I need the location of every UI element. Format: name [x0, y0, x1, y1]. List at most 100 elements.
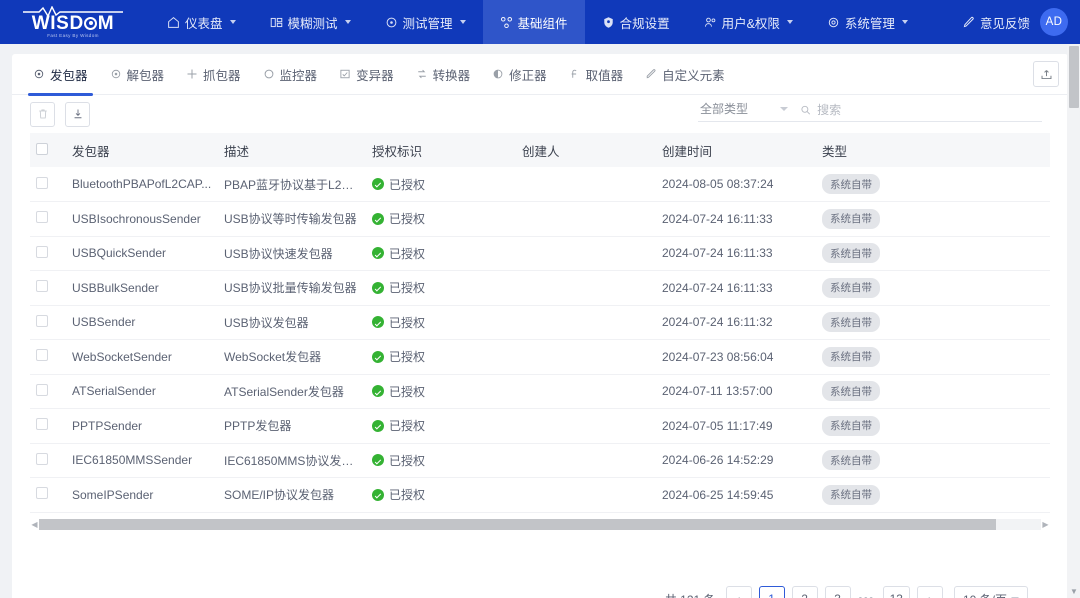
table-row[interactable]: USBSender USB协议发包器 已授权 2024-07-24 16:11:32 系… [30, 305, 1050, 340]
delete-button[interactable] [30, 101, 55, 127]
cell-type: 系统自带 [816, 408, 1050, 444]
page-ellipsis[interactable]: ••• [858, 593, 876, 598]
tab-custom-element[interactable]: 自定义元素 [634, 54, 736, 95]
feedback-button[interactable]: 意见反馈 [962, 13, 1030, 32]
row-select-cell [30, 477, 66, 513]
row-checkbox[interactable] [36, 349, 48, 362]
cell-name: USBSender [66, 305, 218, 340]
table-row[interactable]: WebSocketSender WebSocket发包器 已授权 2024-07-23… [30, 339, 1050, 375]
select-all-header [30, 133, 66, 167]
nav-item-system-management[interactable]: 系统管理 [810, 0, 925, 44]
column-header-auth: 授权标识 [366, 133, 516, 167]
search-input[interactable] [817, 103, 1040, 117]
scroll-down-arrow[interactable]: ▼ [1070, 587, 1078, 596]
nav-item-compliance-settings[interactable]: 合规设置 [585, 0, 687, 44]
row-checkbox[interactable] [36, 383, 48, 396]
column-header-type: 类型 [816, 133, 1050, 167]
cell-description: USB协议发包器 [218, 305, 366, 340]
auth-label: 已授权 [389, 177, 426, 192]
tab-sender[interactable]: 发包器 [22, 54, 99, 96]
select-all-checkbox[interactable] [36, 142, 48, 155]
table-row[interactable]: BluetoothPBAPofL2CAP... PBAP蓝牙协议基于L2CA...… [30, 167, 1050, 202]
table-row[interactable]: USBQuickSender USB协议快速发包器 已授权 2024-07-24 16… [30, 236, 1050, 271]
row-checkbox[interactable] [36, 314, 48, 327]
nav-right-group: 意见反馈 AD [962, 0, 1068, 44]
table-head: 发包器 描述 授权标识 创建人 创建时间 类型 [30, 133, 1050, 167]
nav-item-basic-components[interactable]: 基础组件 [482, 0, 585, 44]
table-row[interactable]: USBIsochronousSender USB协议等时传输发包器 已授权 2024-… [30, 201, 1050, 237]
cell-creator [516, 443, 656, 478]
tab-label: 抓包器 [203, 68, 241, 83]
tab-corrector[interactable]: 修正器 [481, 54, 558, 95]
page-size-label: 10 条/页 [963, 591, 1007, 598]
prev-page-button[interactable]: ‹ [725, 586, 752, 598]
top-navigation-bar: WISD M Fast Easy By Wisdom 仪表盘 模糊测试 测试管理… [0, 0, 1080, 44]
auth-label: 已授权 [389, 350, 426, 365]
pencil-icon [963, 16, 974, 27]
type-filter-select[interactable]: 全部类型 [698, 100, 790, 122]
scrollbar-thumb[interactable] [39, 519, 996, 530]
page-size-select[interactable]: 10 条/页 [953, 586, 1028, 598]
row-checkbox[interactable] [36, 245, 48, 258]
page-button-last[interactable]: 13 [882, 586, 910, 598]
tab-mutator[interactable]: 变异器 [328, 54, 405, 95]
table-row[interactable]: ATSerialSender ATSerialSender发包器 已授权 2024-0… [30, 374, 1050, 409]
scroll-right-arrow[interactable]: ▶ [1041, 520, 1050, 529]
row-checkbox[interactable] [36, 211, 48, 224]
auth-check-icon [372, 385, 384, 398]
nav-item-test-management[interactable]: 测试管理 [368, 0, 483, 44]
page-scrollbar-thumb[interactable] [1069, 46, 1079, 108]
type-badge: 系统自带 [822, 415, 880, 436]
brand-logo[interactable]: WISD M Fast Easy By Wisdom [0, 0, 132, 44]
row-checkbox[interactable] [36, 280, 48, 293]
table-row[interactable]: IEC61850MMSSender IEC61850MMS协议发包器 已授权 2024… [30, 443, 1050, 478]
cell-name: WebSocketSender [66, 339, 218, 375]
auth-check-icon [372, 454, 384, 467]
column-header-created-time: 创建时间 [656, 133, 816, 167]
parser-icon [111, 69, 120, 79]
tab-parser[interactable]: 解包器 [99, 54, 176, 95]
next-page-button[interactable]: › [916, 586, 943, 598]
cell-auth: 已授权 [366, 305, 516, 340]
trash-icon [38, 109, 47, 119]
tab-monitor[interactable]: 监控器 [252, 54, 329, 95]
cell-name: USBBulkSender [66, 270, 218, 306]
row-checkbox[interactable] [36, 487, 48, 500]
table-header-row: 发包器 描述 授权标识 创建人 创建时间 类型 [30, 133, 1050, 167]
download-button[interactable] [65, 101, 90, 127]
nav-item-fuzz-test[interactable]: 模糊测试 [253, 0, 368, 44]
page-button-3[interactable]: 3 [824, 586, 851, 598]
nav-item-dashboard[interactable]: 仪表盘 [150, 0, 253, 44]
scroll-left-arrow[interactable]: ◀ [30, 520, 39, 529]
export-button[interactable] [1033, 61, 1059, 87]
table-row[interactable]: SomeIPSender SOME/IP协议发包器 已授权 2024-06-25 14… [30, 477, 1050, 513]
tab-converter[interactable]: 转换器 [405, 54, 482, 95]
search-box[interactable] [790, 103, 1042, 122]
page-button-1[interactable]: 1 [758, 586, 785, 598]
cell-description: USB协议快速发包器 [218, 236, 366, 271]
cell-created-time: 2024-07-11 13:57:00 [656, 374, 816, 409]
row-checkbox[interactable] [36, 176, 48, 189]
cell-created-time: 2024-06-25 14:59:45 [656, 477, 816, 513]
cell-type: 系统自带 [816, 236, 1050, 271]
page-vertical-scrollbar[interactable]: ▼ [1067, 44, 1080, 598]
nav-item-label: 合规设置 [619, 16, 670, 31]
table-horizontal-scrollbar[interactable]: ◀ ▶ [30, 519, 1050, 531]
cell-creator [516, 270, 656, 306]
table-row[interactable]: USBBulkSender USB协议批量传输发包器 已授权 2024-07-24 1… [30, 270, 1050, 306]
row-select-cell [30, 201, 66, 237]
page-button-2[interactable]: 2 [791, 586, 818, 598]
row-checkbox[interactable] [36, 418, 48, 431]
tab-capture[interactable]: 抓包器 [175, 54, 252, 95]
table-row[interactable]: PPTPSender PPTP发包器 已授权 2024-07-05 11:17:49 系… [30, 408, 1050, 444]
scrollbar-track[interactable] [39, 519, 1041, 530]
tab-value-getter[interactable]: 取值器 [558, 54, 635, 95]
compliance-icon [603, 16, 613, 28]
auth-check-icon [372, 316, 384, 329]
tab-label: 自定义元素 [662, 68, 725, 83]
nav-item-users-permissions[interactable]: 用户&权限 [687, 0, 810, 44]
avatar[interactable]: AD [1040, 8, 1068, 36]
component-tab-bar: 发包器 解包器 抓包器 监控器 变异器 转换器 修正器 取值器 自定义元素 [12, 54, 1068, 96]
row-checkbox[interactable] [36, 452, 48, 465]
type-badge: 系统自带 [822, 208, 880, 229]
